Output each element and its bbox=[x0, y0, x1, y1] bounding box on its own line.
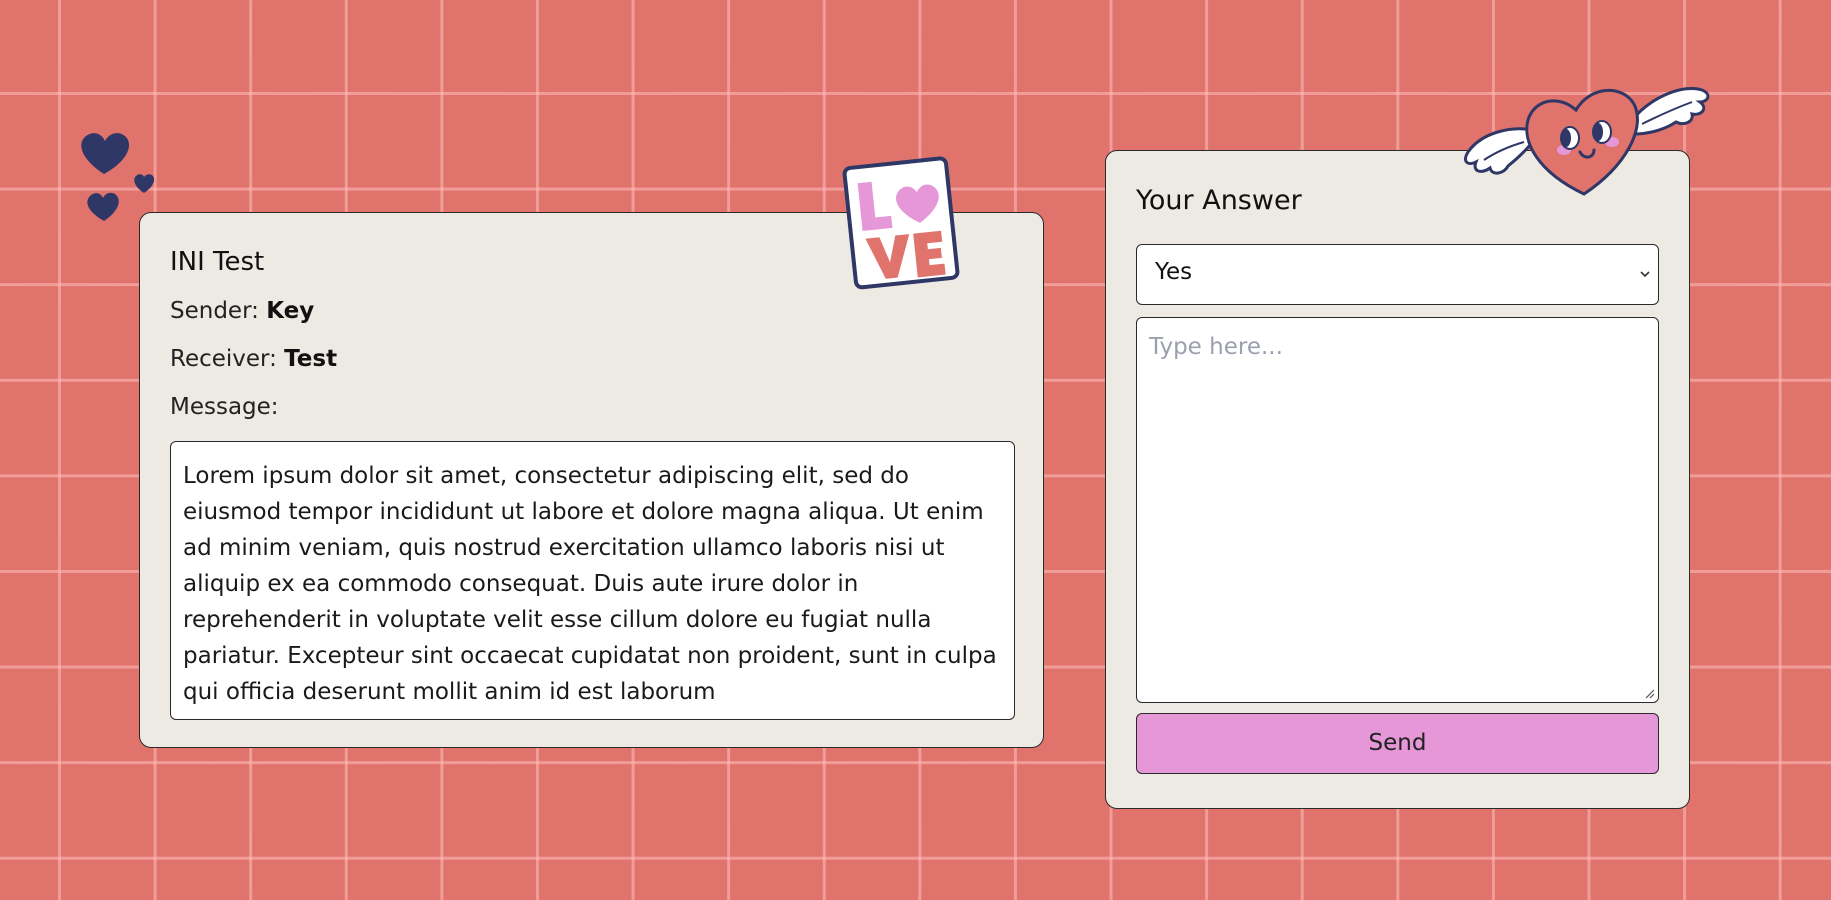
answer-card: Your Answer Yes Type here... Send bbox=[1105, 150, 1690, 809]
answer-textarea-placeholder: Type here... bbox=[1149, 334, 1283, 360]
small-heart-icon bbox=[134, 174, 155, 193]
send-button[interactable]: Send bbox=[1136, 713, 1659, 774]
sender-line: Sender: Key bbox=[170, 297, 1013, 325]
large-heart-icon bbox=[81, 133, 130, 174]
answer-textarea[interactable]: Type here... bbox=[1136, 317, 1659, 703]
receiver-line: Receiver: Test bbox=[170, 345, 1013, 373]
sender-label: Sender: bbox=[170, 298, 259, 324]
love-sticker-icon bbox=[842, 156, 960, 290]
message-label: Message: bbox=[170, 394, 279, 420]
chevron-down-icon bbox=[1640, 271, 1650, 278]
sender-value: Key bbox=[266, 298, 315, 324]
receiver-label: Receiver: bbox=[170, 346, 277, 372]
winged-heart-icon bbox=[1464, 87, 1710, 196]
answer-select[interactable]: Yes bbox=[1136, 244, 1659, 305]
heart-body-icon bbox=[1525, 89, 1639, 196]
resize-handle-icon[interactable] bbox=[1643, 687, 1655, 699]
message-body[interactable]: Lorem ipsum dolor sit amet, consectetur … bbox=[170, 441, 1015, 720]
answer-select-value: Yes bbox=[1155, 259, 1193, 285]
medium-heart-icon bbox=[87, 192, 119, 221]
receiver-value: Test bbox=[284, 346, 338, 372]
